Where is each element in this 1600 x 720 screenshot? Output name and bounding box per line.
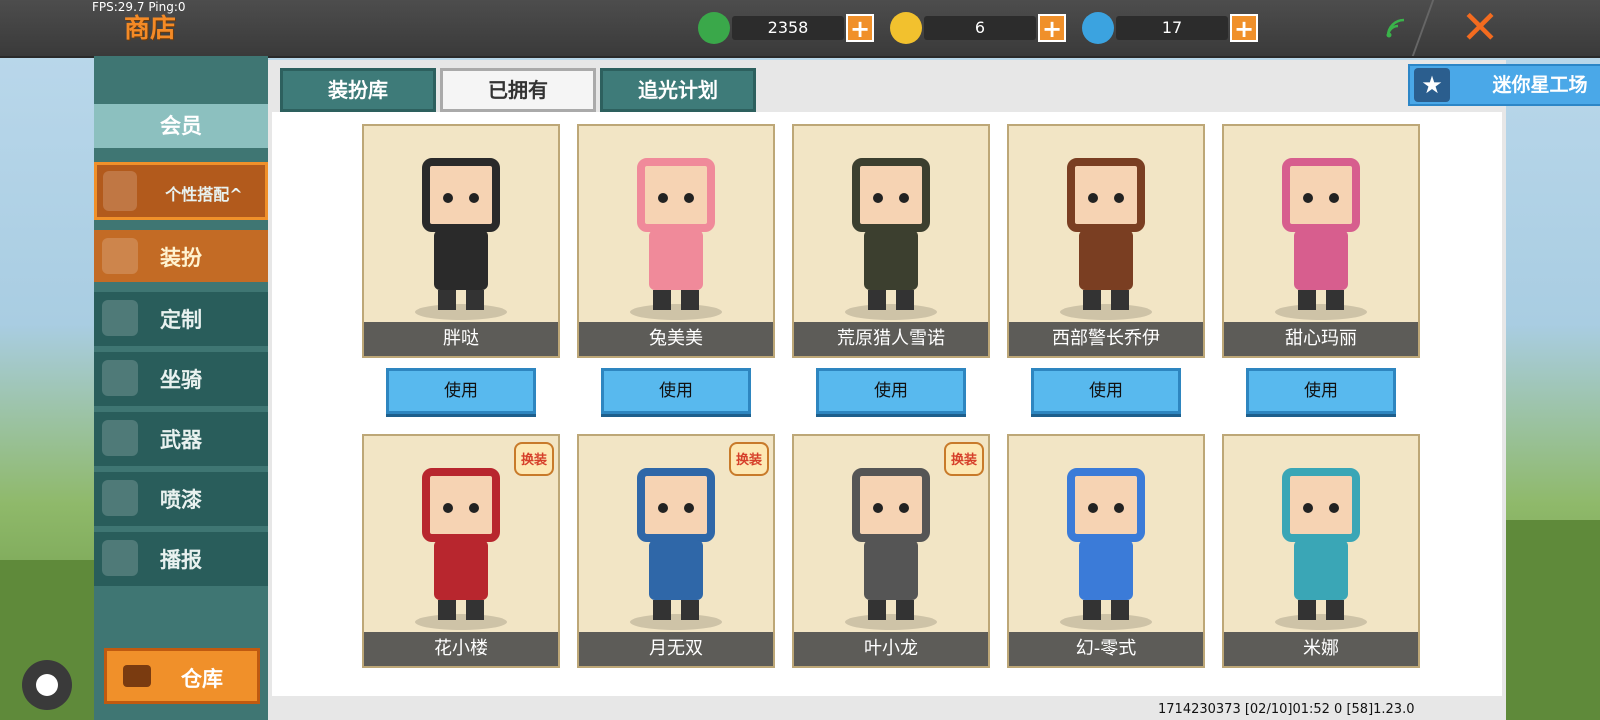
- star-icon: ★: [1414, 68, 1450, 102]
- sidebar-item-broadcast[interactable]: 播报: [94, 532, 268, 586]
- change-outfit-badge: 换装: [514, 442, 554, 476]
- skin-name: 西部警长乔伊: [1009, 322, 1203, 356]
- build-info: 1714230373 [02/10]01:52 0 [58]1.23.0: [1158, 702, 1415, 717]
- character-portrait: [845, 158, 937, 320]
- skin-grid: 胖哒 使用 兔美美 使用 荒原猎人雪诺 使用 西部警长乔伊 使用 甜心玛丽 使用 换装 花小楼 换装 月无…: [272, 112, 1502, 696]
- change-outfit-badge: 换装: [944, 442, 984, 476]
- close-icon[interactable]: ✕: [1455, 2, 1505, 52]
- sidebar-item-weapon[interactable]: 武器: [94, 412, 268, 466]
- topbar-divider: [1411, 0, 1435, 56]
- skin-name: 胖哒: [364, 322, 558, 356]
- add-mini-coin-button[interactable]: +: [1230, 14, 1258, 42]
- signal-icon: [1386, 18, 1405, 38]
- skin-card[interactable]: 幻-零式: [1007, 434, 1205, 668]
- use-button[interactable]: 使用: [1246, 368, 1396, 414]
- character-portrait: [1060, 468, 1152, 630]
- storage-label: 仓库: [181, 667, 223, 691]
- skin-name: 兔美美: [579, 322, 773, 356]
- tab-owned[interactable]: 已拥有: [440, 68, 596, 112]
- character-portrait: [1275, 158, 1367, 320]
- sidebar-item-spray[interactable]: 喷漆: [94, 472, 268, 526]
- sidebar-item-label: 装扮: [160, 246, 202, 270]
- sidebar-item-label: 播报: [160, 548, 202, 572]
- skin-card[interactable]: 米娜: [1222, 434, 1420, 668]
- change-outfit-badge: 换装: [729, 442, 769, 476]
- sidebar-item-vip[interactable]: 会员: [94, 104, 268, 148]
- gold-coin-icon: [890, 12, 922, 44]
- character-portrait: [1060, 158, 1152, 320]
- use-button[interactable]: 使用: [1031, 368, 1181, 414]
- currency-value: 2358: [767, 18, 809, 37]
- sidebar-item-dress[interactable]: 装扮: [94, 230, 268, 282]
- use-button[interactable]: 使用: [601, 368, 751, 414]
- add-gold-coin-button[interactable]: +: [1038, 14, 1066, 42]
- skin-name: 花小楼: [364, 632, 558, 666]
- add-green-gem-button[interactable]: +: [846, 14, 874, 42]
- sidebar: 会员 个性搭配^ 装扮 定制 坐骑 武器 喷漆 播报: [94, 56, 268, 720]
- skin-name: 荒原猎人雪诺: [794, 322, 988, 356]
- skin-name: 叶小龙: [794, 632, 988, 666]
- skin-card[interactable]: 胖哒: [362, 124, 560, 358]
- sidebar-item-label: 个性搭配^: [165, 185, 243, 204]
- use-button[interactable]: 使用: [386, 368, 536, 414]
- sidebar-item-label: 会员: [160, 114, 202, 138]
- mini-coin-icon: [1082, 12, 1114, 44]
- sidebar-item-custom[interactable]: 定制: [94, 292, 268, 346]
- circle-icon: [36, 674, 58, 696]
- tab-dress-library[interactable]: 装扮库: [280, 68, 436, 112]
- green-gem-icon: [698, 12, 730, 44]
- currency-value: 17: [1161, 18, 1183, 37]
- skin-card[interactable]: 荒原猎人雪诺: [792, 124, 990, 358]
- skin-name: 甜心玛丽: [1224, 322, 1418, 356]
- character-portrait: [1275, 468, 1367, 630]
- skin-name: 月无双: [579, 632, 773, 666]
- tab-light-plan[interactable]: 追光计划: [600, 68, 756, 112]
- skin-card[interactable]: 换装月无双: [577, 434, 775, 668]
- sidebar-item-label: 定制: [160, 308, 202, 332]
- mini-workshop-button[interactable]: ★ 迷你星工场: [1408, 64, 1600, 106]
- workshop-label: 迷你星工场: [1492, 74, 1588, 96]
- currency-value: 6: [974, 18, 986, 37]
- skin-card[interactable]: 西部警长乔伊: [1007, 124, 1205, 358]
- storage-button[interactable]: 仓库: [104, 648, 260, 704]
- character-portrait: [415, 158, 507, 320]
- skin-name: 幻-零式: [1009, 632, 1203, 666]
- skin-card[interactable]: 甜心玛丽: [1222, 124, 1420, 358]
- character-portrait: [630, 158, 722, 320]
- floating-assist-button[interactable]: [22, 660, 72, 710]
- sidebar-item-personal[interactable]: 个性搭配^: [94, 162, 268, 220]
- background-grass-right: [1506, 520, 1600, 720]
- page-title: 商店: [124, 14, 177, 44]
- sidebar-item-mount[interactable]: 坐骑: [94, 352, 268, 406]
- skin-card[interactable]: 换装花小楼: [362, 434, 560, 668]
- use-button[interactable]: 使用: [816, 368, 966, 414]
- sidebar-item-label: 武器: [160, 428, 202, 452]
- skin-name: 米娜: [1224, 632, 1418, 666]
- sidebar-item-label: 坐骑: [160, 368, 202, 392]
- skin-card[interactable]: 换装叶小龙: [792, 434, 990, 668]
- skin-card[interactable]: 兔美美: [577, 124, 775, 358]
- sidebar-item-label: 喷漆: [160, 488, 202, 512]
- top-bar: FPS:29.7 Ping:0 商店 2358 + 6 + 17 + ✕: [0, 0, 1600, 58]
